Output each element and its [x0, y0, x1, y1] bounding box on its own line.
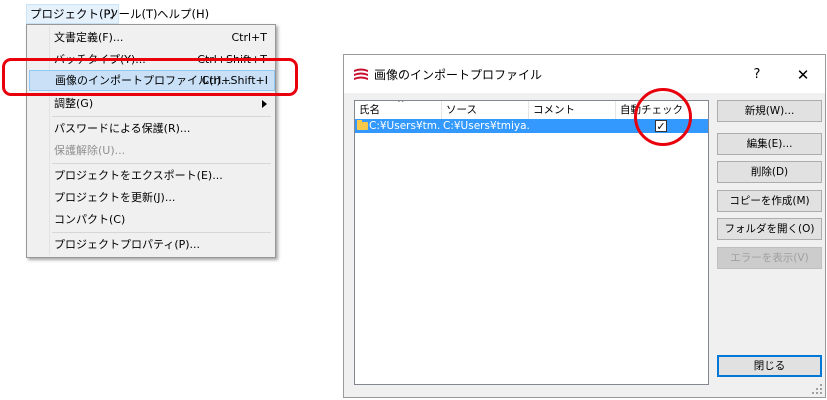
menu-item-project-properties[interactable]: プロジェクトプロパティ(P)... — [29, 234, 273, 255]
image-import-profile-dialog: 画像のインポートプロファイル ? ✕ 氏名 ^ ソース コメント 自動チェック … — [343, 54, 826, 398]
submenu-arrow-icon — [262, 100, 267, 108]
close-button[interactable]: 閉じる — [717, 355, 822, 377]
menu-item-export-project[interactable]: プロジェクトをエクスポート(E)... — [29, 165, 273, 186]
highlight-annotation-circle — [634, 88, 692, 146]
edit-button[interactable]: 編集(E)... — [717, 133, 822, 155]
menu-item-password-protect[interactable]: パスワードによる保護(R)... — [29, 118, 273, 139]
delete-button[interactable]: 削除(D) — [717, 161, 822, 183]
app-logo-icon — [353, 67, 369, 81]
cell-source: C:¥Users¥tmiya... — [443, 120, 529, 132]
menu-separator — [52, 116, 271, 117]
menu-tools[interactable]: ツール(T) — [104, 5, 161, 23]
sort-ascending-icon: ^ — [397, 100, 405, 109]
dialog-titlebar: 画像のインポートプロファイル ? ✕ — [344, 55, 825, 93]
column-header-label: 氏名 — [359, 104, 380, 116]
close-icon[interactable]: ✕ — [790, 64, 816, 86]
menu-item-unprotect: 保護解除(U)... — [29, 140, 273, 161]
menu-item-update-project[interactable]: プロジェクトを更新(J)... — [29, 187, 273, 208]
menu-separator — [52, 163, 271, 164]
menu-item-compact[interactable]: コンパクト(C) — [29, 209, 273, 230]
column-header-source[interactable]: ソース — [442, 101, 529, 119]
column-header-label: コメント — [533, 104, 575, 116]
open-folder-button[interactable]: フォルダを開く(O) — [717, 218, 822, 240]
help-button[interactable]: ? — [744, 64, 770, 86]
menu-item-document-definition[interactable]: 文書定義(F)... Ctrl+T — [29, 27, 273, 48]
show-errors-button: エラーを表示(V) — [717, 247, 822, 269]
new-button[interactable]: 新規(W)... — [717, 100, 822, 122]
menu-item-adjust[interactable]: 調整(G) — [29, 93, 273, 114]
menu-item-label: プロジェクトをエクスポート(E)... — [54, 169, 223, 182]
column-header-label: ソース — [446, 104, 477, 116]
menubar: プロジェクト(P) ツール(T) ヘルプ(H) — [0, 0, 330, 24]
cell-name: C:¥Users¥tm... — [369, 120, 441, 132]
menu-help[interactable]: ヘルプ(H) — [154, 5, 212, 23]
menu-separator — [52, 232, 271, 233]
menu-item-label: 保護解除(U)... — [54, 144, 126, 157]
copy-button[interactable]: コピーを作成(M) — [717, 190, 822, 212]
cell-comment — [531, 119, 615, 133]
menu-item-label: プロジェクトを更新(J)... — [54, 191, 176, 204]
menu-item-label: プロジェクトプロパティ(P)... — [54, 238, 201, 251]
folder-icon — [357, 120, 368, 130]
menu-item-label: 調整(G) — [54, 97, 94, 110]
dialog-title: 画像のインポートプロファイル — [374, 68, 543, 82]
menu-item-shortcut: Ctrl+T — [231, 31, 267, 44]
menu-item-label: パスワードによる保護(R)... — [54, 122, 191, 135]
menu-item-label: コンパクト(C) — [54, 213, 126, 226]
highlight-annotation-rect — [2, 58, 298, 96]
menu-item-label: 文書定義(F)... — [54, 31, 124, 44]
resize-grip-icon[interactable] — [812, 384, 822, 394]
column-header-comment[interactable]: コメント — [529, 101, 616, 119]
